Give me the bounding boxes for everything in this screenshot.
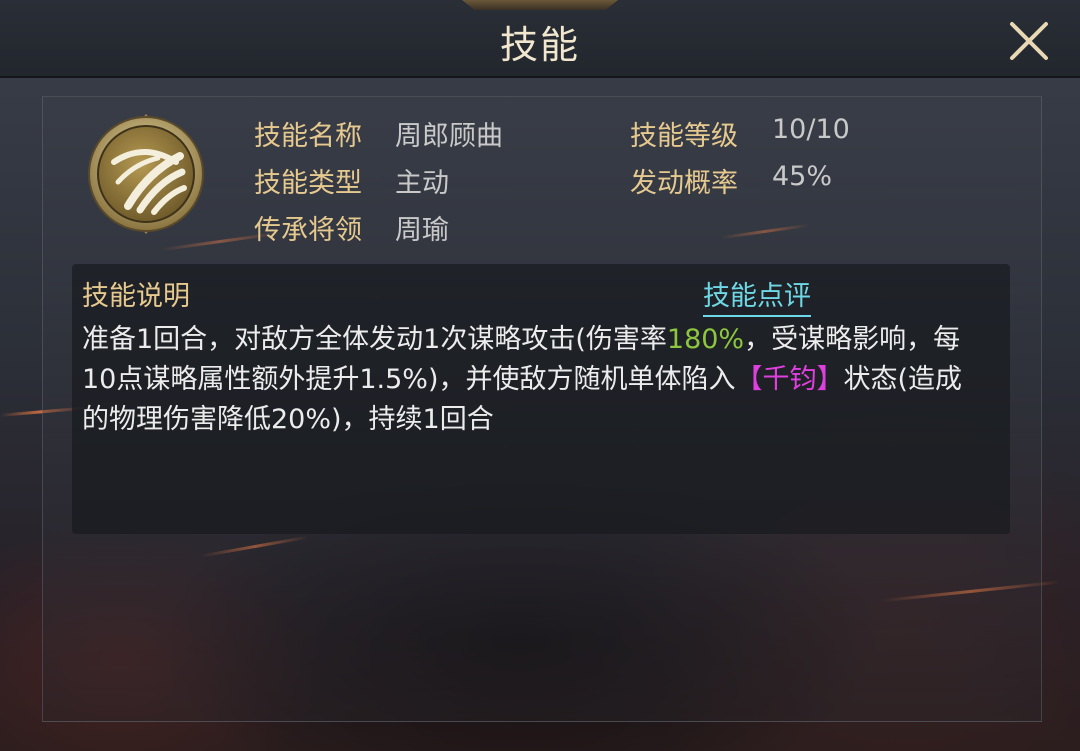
skill-review-link[interactable]: 技能点评	[703, 274, 811, 317]
description-text-part: 准备1回合，对敌方全体发动1次谋略攻击(伤害率	[82, 324, 667, 355]
description-text: 准备1回合，对敌方全体发动1次谋略攻击(伤害率180%，受谋略影响，每10点谋略…	[82, 320, 982, 440]
close-button[interactable]	[1004, 16, 1054, 66]
skill-type-value: 主动	[395, 168, 449, 199]
header-bar: 技能	[0, 0, 1080, 78]
skill-level-label: 技能等级	[630, 121, 738, 152]
skill-name-label: 技能名称	[254, 121, 362, 152]
wind-swirl-skill-icon	[88, 114, 204, 234]
skill-name-value: 周郎顾曲	[395, 121, 503, 152]
status-effect-highlight: 【千钧】	[735, 364, 844, 395]
inherit-general-value: 周瑜	[395, 215, 449, 246]
header-ornament	[462, 0, 618, 10]
inherit-general-label: 传承将领	[254, 215, 362, 246]
skill-level-value: 10/10	[772, 114, 850, 145]
skill-type-label: 技能类型	[254, 168, 362, 199]
damage-rate-highlight: 180%	[666, 324, 745, 355]
page-title: 技能	[499, 23, 580, 67]
trigger-rate-value: 45%	[772, 161, 833, 192]
description-title: 技能说明	[82, 281, 190, 312]
trigger-rate-label: 发动概率	[630, 168, 738, 199]
close-x-icon	[1010, 22, 1048, 60]
